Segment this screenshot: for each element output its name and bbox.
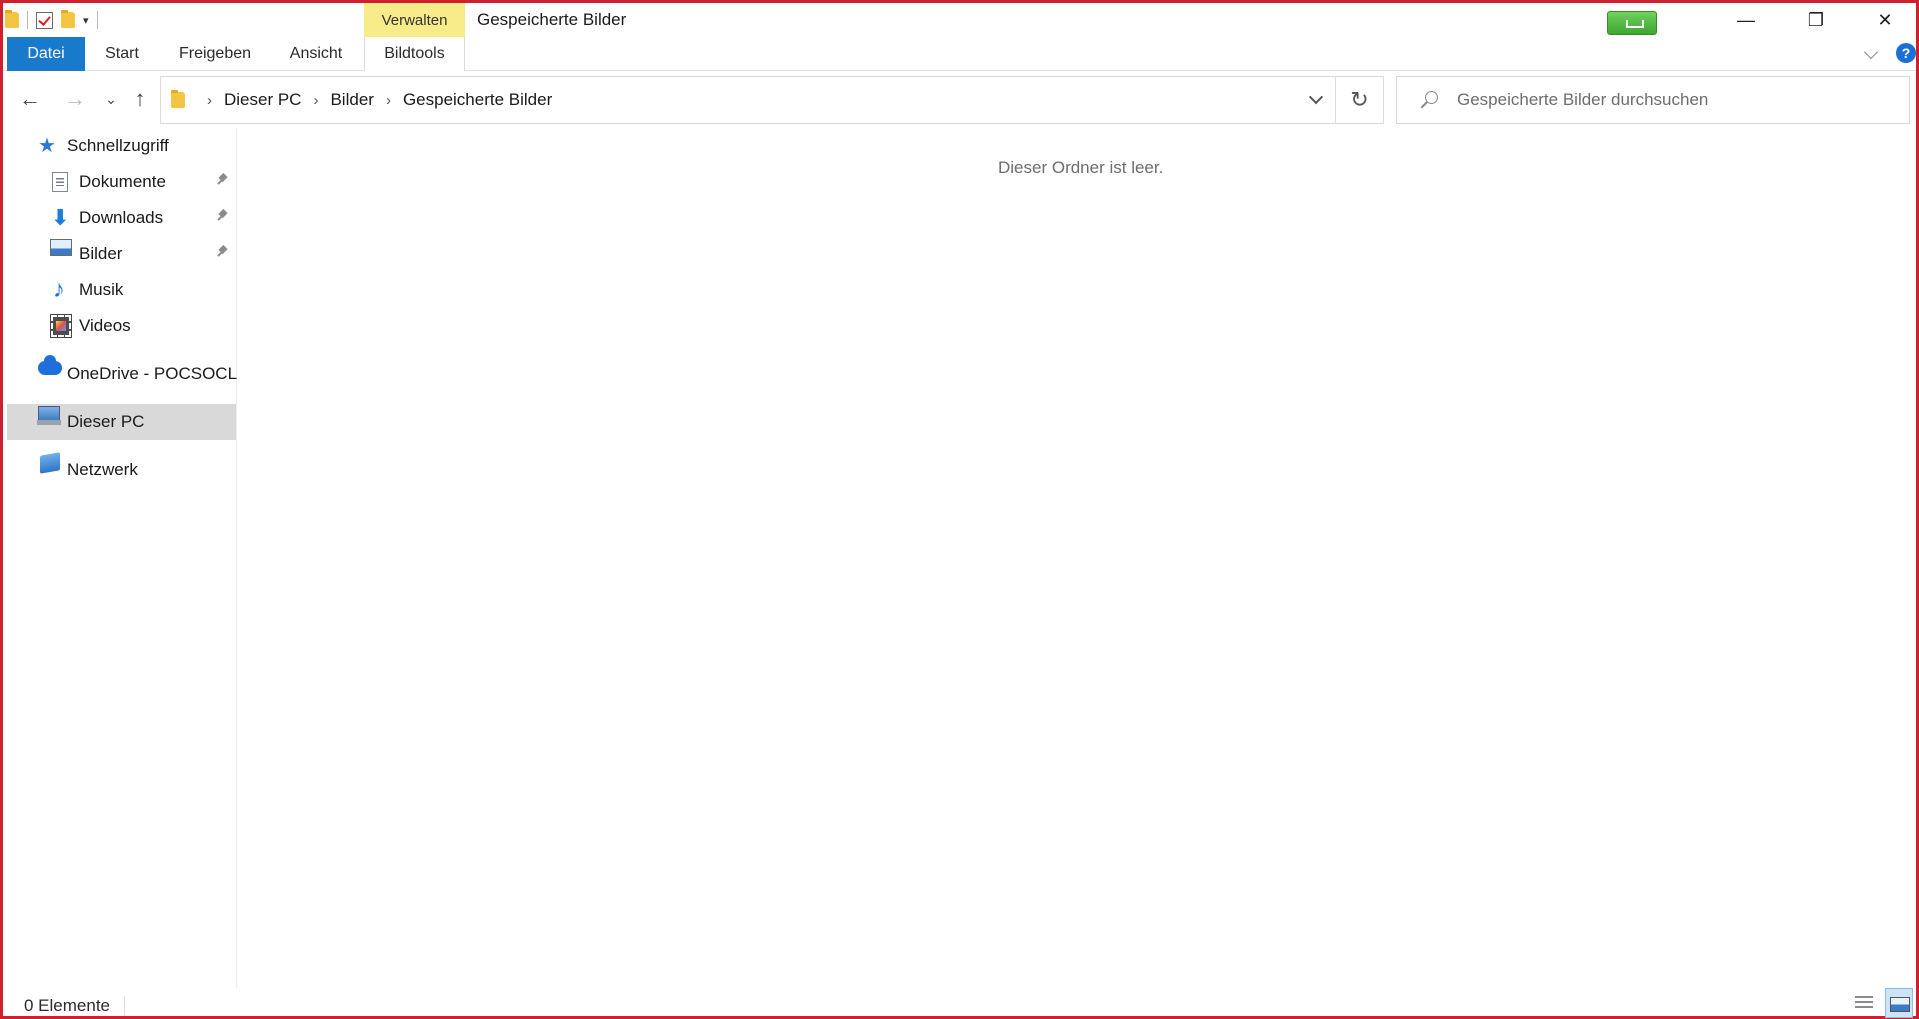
sidebar-item-label: Videos [79,316,131,335]
title-bar: ▾ Verwalten Gespeicherte Bilder — ❐ ✕ [3,3,1916,37]
folder-icon [171,90,185,108]
sidebar-item-music[interactable]: ♪ Musik [7,272,236,308]
address-bar[interactable]: › Dieser PC › Bilder › Gespeicherte Bild… [160,76,1336,124]
sidebar-item-this-pc[interactable]: Dieser PC [7,404,236,440]
pin-icon [215,174,229,188]
star-icon: ★ [38,135,56,157]
contextual-tab-manage[interactable]: Verwalten [364,3,465,37]
breadcrumb: › Dieser PC › Bilder › Gespeicherte Bild… [195,77,552,123]
sidebar-item-label: Downloads [79,208,164,227]
sidebar-item-label: Bilder [79,244,123,263]
up-button[interactable]: ↑ [125,84,155,114]
tab-file[interactable]: Datei [7,37,85,71]
video-icon [50,314,72,338]
recent-locations-button[interactable]: ⌄ [96,84,126,114]
tab-share[interactable]: Freigeben [173,37,257,71]
folder-icon [5,10,19,28]
properties-icon[interactable] [36,11,53,29]
explorer-window: ▾ Verwalten Gespeicherte Bilder — ❐ ✕ Da… [0,0,1919,1019]
breadcrumb-separator[interactable]: › [386,92,391,109]
sidebar-item-label: OneDrive - POCSOCL [67,364,238,383]
breadcrumb-pictures[interactable]: Bilder [330,90,373,110]
sidebar-item-downloads[interactable]: ⬇ Downloads [7,200,236,236]
navigation-pane: ★ Schnellzugriff Dokumente ⬇ Downloads B… [7,128,237,988]
help-icon[interactable]: ? [1896,43,1916,63]
toolbar-divider [96,11,98,29]
empty-folder-message: Dieser Ordner ist leer. [998,158,1164,177]
tab-start[interactable]: Start [97,37,147,71]
breadcrumb-saved-pictures[interactable]: Gespeicherte Bilder [403,90,552,110]
sidebar-item-label: Schnellzugriff [67,136,169,155]
close-button[interactable]: ✕ [1862,3,1908,37]
back-button[interactable]: ← [15,84,45,114]
sidebar-item-documents[interactable]: Dokumente [7,164,236,200]
sidebar-item-onedrive[interactable]: OneDrive - POCSOCL [7,355,238,392]
computer-icon [37,406,61,425]
address-history-dropdown[interactable] [1301,77,1331,123]
status-bar: 0 Elemente [7,988,1916,1019]
ribbon-tabs: Datei Start Freigeben Ansicht Bildtools [3,37,1916,71]
sidebar-item-quick-access[interactable]: ★ Schnellzugriff [7,128,236,164]
tab-picture-tools[interactable]: Bildtools [364,37,465,71]
expand-ribbon-icon[interactable] [1863,45,1881,63]
music-icon: ♪ [53,276,65,303]
breadcrumb-separator: › [207,91,212,109]
tab-view[interactable]: Ansicht [285,37,347,71]
breadcrumb-this-pc[interactable]: Dieser PC [224,90,301,110]
large-icons-view-icon[interactable] [1885,988,1913,1018]
forward-button[interactable]: → [60,84,90,114]
pin-icon [215,210,229,224]
quick-access-toolbar: ▾ [5,9,98,31]
sidebar-item-label: Musik [79,280,124,299]
window-title: Gespeicherte Bilder [477,10,627,29]
new-folder-icon[interactable] [61,10,75,28]
pin-icon [215,246,229,260]
sidebar-item-network[interactable]: Netzwerk [7,452,236,488]
toolbar-divider [27,11,28,29]
status-divider [124,996,125,1016]
item-count: 0 Elemente [24,996,110,1015]
refresh-button[interactable]: ↻ [1336,76,1384,124]
eject-icon[interactable] [1607,11,1657,35]
minimize-button[interactable]: — [1723,3,1769,37]
customize-toolbar-icon[interactable]: ▾ [83,14,89,27]
sidebar-item-videos[interactable]: Videos [7,308,236,344]
address-row: ← → ⌄ ↑ › Dieser PC › Bilder › Gespeiche… [3,72,1916,128]
restore-button[interactable]: ❐ [1793,3,1839,37]
cloud-icon [38,355,62,375]
document-icon [52,172,68,192]
download-icon: ⬇ [51,205,70,230]
sidebar-item-label: Netzwerk [67,460,138,479]
details-view-icon[interactable] [1853,994,1875,1014]
sidebar-item-label: Dokumente [79,172,166,191]
network-icon [40,452,60,474]
pictures-icon [50,239,72,256]
breadcrumb-separator[interactable]: › [313,92,318,109]
search-box[interactable] [1396,76,1910,124]
search-input[interactable] [1457,77,1897,123]
sidebar-item-label: Dieser PC [67,412,145,431]
search-icon [1417,89,1441,113]
sidebar-item-pictures[interactable]: Bilder [7,236,236,272]
